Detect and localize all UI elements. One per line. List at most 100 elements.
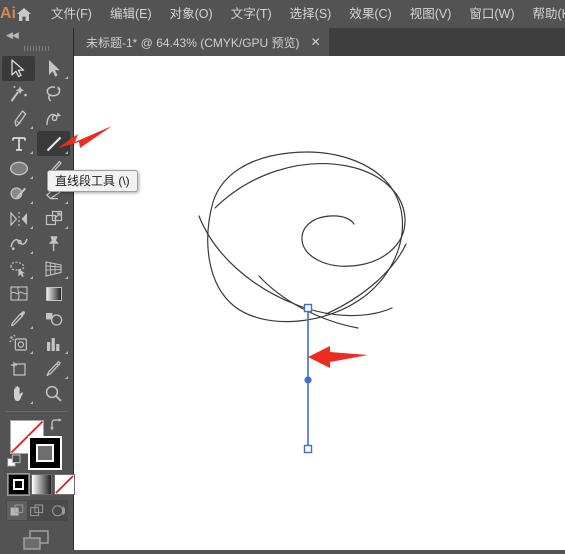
- gradient-mode-button[interactable]: [31, 474, 52, 495]
- default-fill-stroke-icon[interactable]: [7, 454, 22, 469]
- menu-item-list: 文件(F) 编辑(E) 对象(O) 文字(T) 选择(S) 效果(C) 视图(V…: [42, 1, 565, 27]
- tool-mesh[interactable]: [2, 281, 35, 306]
- tool-curvature[interactable]: [37, 106, 70, 131]
- tool-zoom[interactable]: [37, 381, 70, 406]
- reflect-icon: [8, 210, 30, 228]
- tool-pen[interactable]: [2, 106, 35, 131]
- line-segment-path[interactable]: [304, 305, 311, 453]
- menu-item-window[interactable]: 窗口(W): [460, 1, 523, 27]
- tool-column-graph[interactable]: [37, 331, 70, 356]
- tool-shape-builder[interactable]: [2, 256, 35, 281]
- tool-flyout-corner: [30, 276, 33, 279]
- tool-shaper-pencil[interactable]: [2, 181, 35, 206]
- tool-flyout-corner: [30, 126, 33, 129]
- tab-strip: 未标题-1* @ 64.43% (CMYK/GPU 预览) ✕: [74, 28, 329, 56]
- tool-blend[interactable]: [37, 306, 70, 331]
- document-tab-bar: 未标题-1* @ 64.43% (CMYK/GPU 预览) ✕: [0, 28, 565, 56]
- canvas-svg: [74, 56, 565, 550]
- tool-symbol-sprayer[interactable]: [2, 331, 35, 356]
- draw-normal-icon: [10, 504, 25, 518]
- draw-normal-button[interactable]: [7, 501, 27, 520]
- type-icon: [11, 134, 27, 153]
- menu-item-help[interactable]: 帮助(H: [524, 1, 565, 27]
- scale-icon: [44, 209, 64, 228]
- tool-selection[interactable]: [2, 56, 35, 81]
- menu-item-object[interactable]: 对象(O): [161, 1, 222, 27]
- menu-item-effect[interactable]: 效果(C): [340, 1, 400, 27]
- tool-artboard[interactable]: [2, 356, 35, 381]
- paint-mode-strip: [8, 474, 77, 495]
- magic-wand-icon: [9, 84, 29, 103]
- tool-lasso[interactable]: [37, 81, 70, 106]
- tool-scale[interactable]: [37, 206, 70, 231]
- draw-behind-button[interactable]: [27, 501, 47, 520]
- color-mode-button[interactable]: [8, 474, 29, 495]
- panel-drag-grip[interactable]: [0, 42, 73, 54]
- menu-item-edit[interactable]: 编辑(E): [101, 1, 161, 27]
- none-mode-button[interactable]: [54, 474, 75, 495]
- draw-mode-strip: [6, 500, 68, 521]
- document-tab[interactable]: 未标题-1* @ 64.43% (CMYK/GPU 预览) ✕: [74, 28, 329, 56]
- tool-magic-wand[interactable]: [2, 81, 35, 106]
- artboard-canvas[interactable]: [74, 56, 565, 550]
- tool-tooltip: 直线段工具 (\): [47, 170, 138, 192]
- anchor-point-bottom: [305, 446, 312, 453]
- menu-item-type[interactable]: 文字(T): [222, 1, 281, 27]
- column-graph-icon: [44, 335, 64, 353]
- screen-mode-button[interactable]: [0, 528, 74, 554]
- eyedropper-icon: [9, 309, 28, 328]
- tool-hand[interactable]: [2, 381, 35, 406]
- swap-fill-stroke-icon[interactable]: [50, 418, 64, 432]
- home-icon[interactable]: [16, 0, 32, 28]
- stroke-swatch-inner: [36, 444, 54, 462]
- draw-inside-button[interactable]: [47, 501, 67, 520]
- tool-type[interactable]: [2, 131, 35, 156]
- lasso-icon: [44, 84, 63, 103]
- gradient-icon: [44, 285, 64, 303]
- tool-eyedropper[interactable]: [2, 306, 35, 331]
- app-logo: Ai: [0, 0, 16, 28]
- tool-flyout-corner: [65, 376, 68, 379]
- close-icon[interactable]: ✕: [311, 36, 321, 48]
- menu-item-view[interactable]: 视图(V): [401, 1, 461, 27]
- tools-panel: ◀◀: [0, 28, 74, 550]
- toolpanel-divider: [6, 411, 68, 412]
- anchor-point-top: [305, 305, 312, 312]
- tool-direct-selection[interactable]: [37, 56, 70, 81]
- menu-item-file[interactable]: 文件(F): [42, 1, 101, 27]
- stroke-swatch[interactable]: [28, 436, 62, 470]
- shape-builder-icon: [8, 259, 30, 278]
- tool-flyout-corner: [30, 226, 33, 229]
- tool-flyout-corner: [30, 401, 33, 404]
- slice-knife-icon: [44, 359, 63, 378]
- tool-ellipse[interactable]: [2, 156, 35, 181]
- tool-flyout-corner: [65, 276, 68, 279]
- blend-icon: [43, 309, 65, 328]
- menu-item-select[interactable]: 选择(S): [281, 1, 341, 27]
- tool-slice[interactable]: [37, 356, 70, 381]
- tool-flyout-corner: [30, 201, 33, 204]
- tool-width-warp[interactable]: [2, 231, 35, 256]
- artboard-icon: [8, 359, 29, 378]
- draw-inside-icon: [50, 504, 65, 518]
- tool-gradient[interactable]: [37, 281, 70, 306]
- collapse-left-icon[interactable]: ◀◀: [6, 30, 18, 41]
- direct-selection-arrow-icon: [47, 59, 61, 78]
- tool-grid: [0, 54, 74, 406]
- tool-rotate-reflect[interactable]: [2, 206, 35, 231]
- tool-line-segment[interactable]: [37, 131, 70, 156]
- tool-perspective-grid[interactable]: [37, 256, 70, 281]
- menu-bar: Ai 文件(F) 编辑(E) 对象(O) 文字(T) 选择(S) 效果(C) 视…: [0, 0, 565, 28]
- panel-collapse-row[interactable]: ◀◀: [0, 28, 73, 42]
- tool-flyout-corner: [65, 151, 68, 154]
- pushpin-icon: [45, 234, 62, 253]
- tool-flyout-corner: [65, 76, 68, 79]
- fill-stroke-controls: [0, 418, 74, 478]
- document-tab-title: 未标题-1* @ 64.43% (CMYK/GPU 预览): [86, 34, 300, 51]
- tool-flyout-corner: [30, 326, 33, 329]
- tool-flyout-corner: [30, 351, 33, 354]
- tool-flyout-corner: [30, 176, 33, 179]
- tool-flyout-corner: [30, 151, 33, 154]
- tool-free-transform[interactable]: [37, 231, 70, 256]
- line-segment-icon: [45, 135, 63, 153]
